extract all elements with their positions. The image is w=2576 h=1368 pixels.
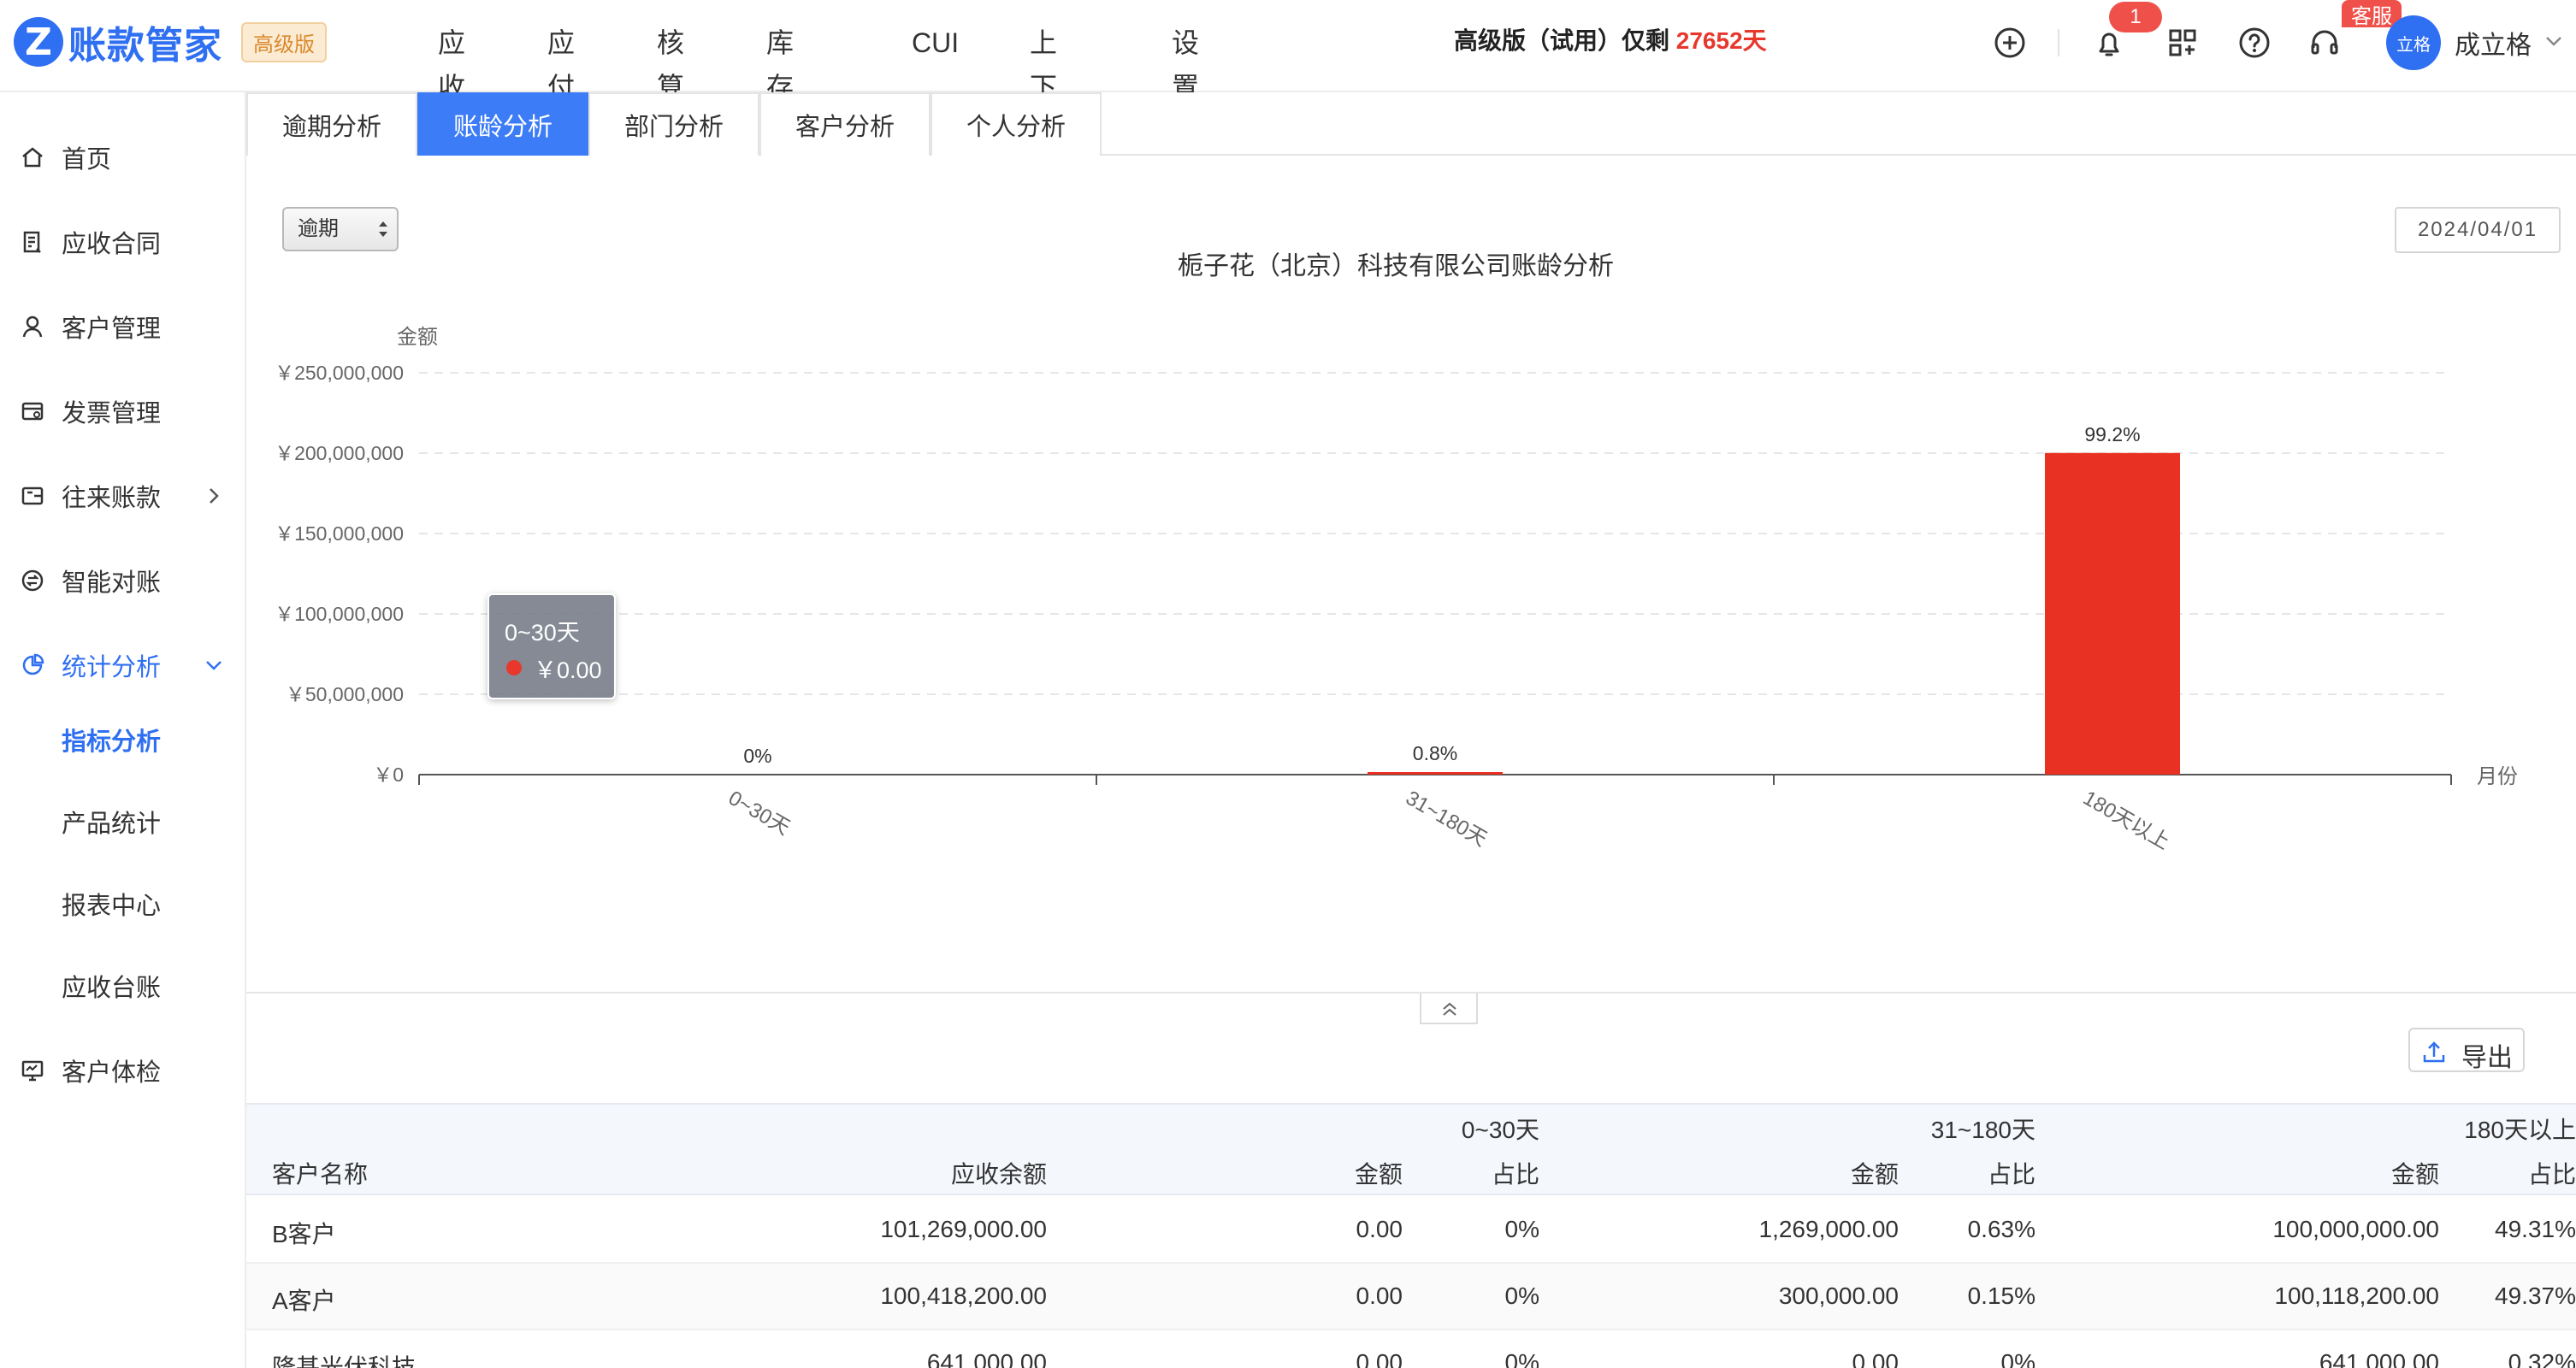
y-tick-label: ￥250,000,000	[275, 362, 404, 384]
export-label: 导出	[2461, 1044, 2513, 1072]
table-column-header-5[interactable]: 占比	[1988, 1156, 2035, 1190]
table-cell: 641,000.00	[926, 1349, 1047, 1368]
table-cell: A客户	[272, 1288, 336, 1314]
table-cell: 0.00	[1852, 1349, 1900, 1368]
sidebar-item-7[interactable]: 客户体检	[0, 1045, 245, 1096]
table-cell: 49.37%	[2495, 1282, 2576, 1309]
table-column-header-6[interactable]: 金额	[2391, 1156, 2439, 1190]
y-tick-label: ￥150,000,000	[275, 522, 404, 545]
bar-data-label-2: 99.2%	[2084, 423, 2140, 445]
export-button[interactable]: 导出	[2408, 1028, 2525, 1072]
table-row[interactable]: A客户 100,418,200.00 0.00 0% 300,000.00 0.15% 10…	[246, 1264, 2576, 1330]
table-group-header-1: 31~180天	[1930, 1117, 2035, 1143]
table-cell: 49.31%	[2495, 1216, 2576, 1242]
table-column-header-1[interactable]: 应收余额	[951, 1156, 1047, 1190]
y-tick-label: ￥100,000,000	[275, 603, 404, 625]
table-cell: 300,000.00	[1778, 1282, 1899, 1309]
y-tick-label: ￥0	[373, 764, 404, 786]
panel-divider	[246, 992, 2576, 994]
x-axis-label: 月份	[2477, 765, 2518, 788]
table-cell: 0.15%	[1967, 1282, 2035, 1309]
table-cell: 隆基光伏科技	[272, 1354, 417, 1368]
collapse-chart-button[interactable]	[1420, 994, 1478, 1024]
bar-data-label-0: 0%	[743, 745, 771, 767]
checkup-icon	[19, 1057, 46, 1084]
tooltip-category: 0~30天	[505, 620, 580, 646]
sidebar-item-label: 客户体检	[62, 1059, 162, 1087]
table-column-header-2[interactable]: 金额	[1355, 1156, 1403, 1190]
bar-1[interactable]	[1368, 772, 1503, 775]
aging-table: 0~30天 31~180天 180天以上客户名称 应收余额 金额 占比 金额 占比 金额 占比 B…	[246, 1103, 2576, 1368]
table-cell: 100,418,200.00	[880, 1282, 1047, 1309]
table-cell: 0.63%	[1967, 1216, 2035, 1242]
table-column-header-0[interactable]: 客户名称	[272, 1156, 368, 1190]
x-tick-label-1: 31~180天	[1402, 787, 1491, 852]
table-cell: 0%	[2000, 1349, 2035, 1368]
table-cell: 1,269,000.00	[1758, 1216, 1900, 1242]
table-cell: 0.00	[1356, 1282, 1403, 1309]
y-tick-label: ￥200,000,000	[275, 442, 404, 464]
table-cell: 0%	[1504, 1282, 1539, 1309]
bar-2[interactable]	[2045, 452, 2180, 775]
table-cell: 100,000,000.00	[2272, 1216, 2439, 1242]
table-cell: 641,000.00	[2319, 1349, 2439, 1368]
y-axis-label: 金额	[397, 326, 438, 349]
table-cell: 0.32%	[2508, 1349, 2576, 1368]
table-cell: 101,269,000.00	[880, 1216, 1047, 1242]
x-tick-label-0: 0~30天	[724, 787, 794, 840]
upload-icon	[2423, 1041, 2445, 1063]
tooltip-series-dot	[506, 660, 522, 675]
x-tick-label-2: 180天以上	[2079, 787, 2174, 854]
y-tick-label: ￥50,000,000	[286, 683, 404, 705]
table-column-header-3[interactable]: 占比	[1492, 1156, 1539, 1190]
table-cell: 0.00	[1356, 1216, 1403, 1242]
table-cell: 0%	[1504, 1216, 1539, 1242]
table-column-header-7[interactable]: 占比	[2528, 1156, 2576, 1190]
double-chevron-up-icon	[1443, 1002, 1456, 1016]
table-cell: 100,118,200.00	[2274, 1282, 2439, 1309]
table-group-header-2: 180天以上	[2464, 1117, 2576, 1143]
table-cell: B客户	[272, 1221, 336, 1247]
aging-bar-chart: 金额 ￥0 ￥50,000,000 ￥100,000,000 ￥150,000,000 ￥…	[275, 326, 2518, 854]
table-row[interactable]: B客户 101,269,000.00 0.00 0% 1,269,000.00 0.63%…	[246, 1197, 2576, 1264]
table-column-header-4[interactable]: 金额	[1851, 1156, 1899, 1190]
table-cell: 0%	[1504, 1349, 1539, 1368]
tooltip-value: ￥0.00	[534, 657, 602, 683]
table-group-header-0: 0~30天	[1461, 1117, 1539, 1143]
table-row[interactable]: 隆基光伏科技 641,000.00 0.00 0% 0.00 0% 641,000.00 0.…	[246, 1330, 2576, 1368]
bar-data-label-1: 0.8%	[1413, 742, 1457, 764]
table-cell: 0.00	[1356, 1349, 1403, 1368]
table-header: 0~30天 31~180天 180天以上客户名称 应收余额 金额 占比 金额 占比 金额 占比	[246, 1103, 2576, 1195]
chart-tooltip: 0~30天 ￥0.00	[487, 593, 616, 699]
